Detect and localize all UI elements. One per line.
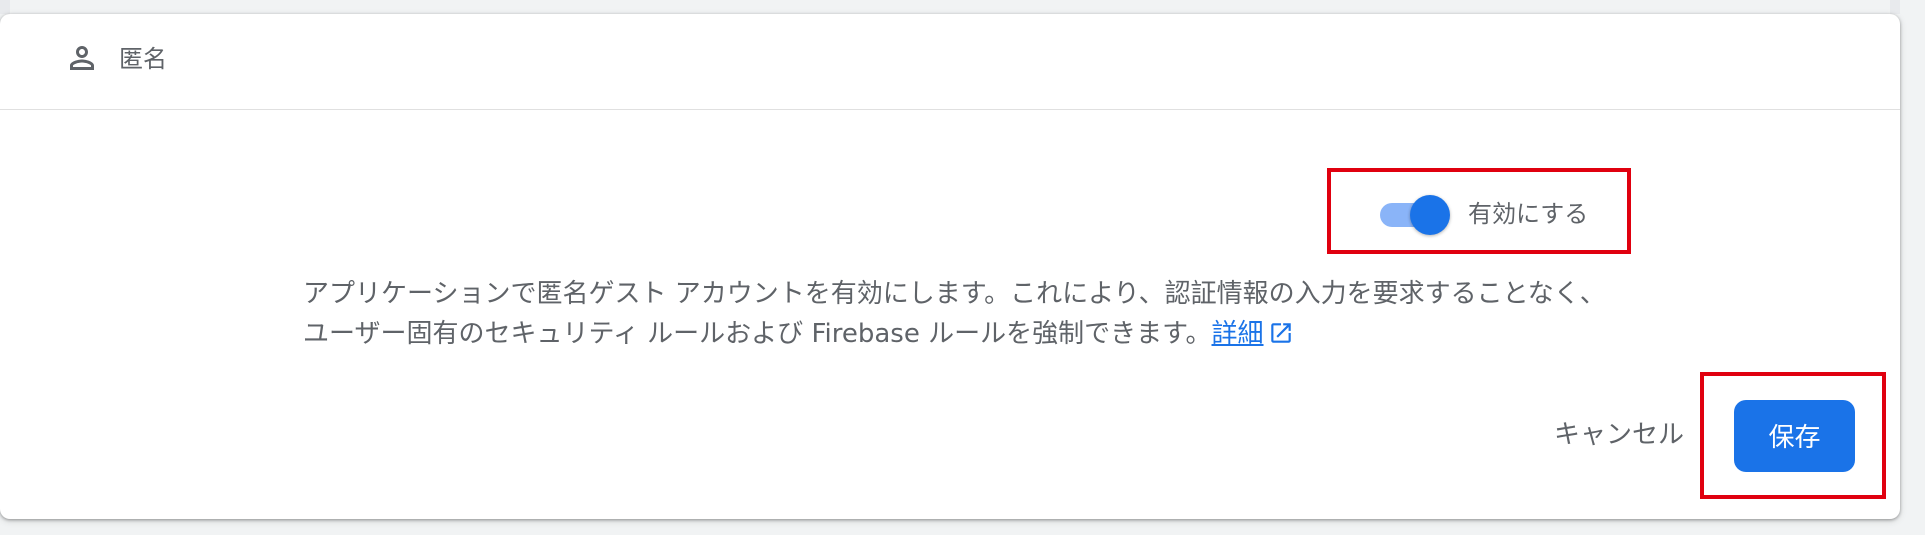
background-strip [0, 0, 10, 14]
cancel-button[interactable]: キャンセル [1548, 412, 1690, 456]
person-icon [70, 46, 94, 70]
card-header: 匿名 [0, 14, 1900, 110]
enable-toggle[interactable] [1380, 194, 1452, 236]
save-button[interactable]: 保存 [1734, 400, 1855, 472]
external-link-icon [1270, 323, 1291, 343]
anonymous-provider-card: 匿名 有効にする アプリケーションで匿名ゲスト アカウントを有効にします。これに… [0, 14, 1900, 519]
toggle-thumb [1410, 195, 1450, 235]
learn-more-label: 詳細 [1211, 319, 1264, 349]
background-strip [1890, 0, 1900, 14]
learn-more-link[interactable]: 詳細 [1212, 319, 1294, 349]
description-text: アプリケーションで匿名ゲスト アカウントを有効にします。これにより、認証情報の入… [303, 274, 1623, 354]
description-body: アプリケーションで匿名ゲスト アカウントを有効にします。これにより、認証情報の入… [303, 279, 1606, 349]
provider-name: 匿名 [119, 45, 167, 73]
toggle-label: 有効にする [1468, 200, 1589, 228]
